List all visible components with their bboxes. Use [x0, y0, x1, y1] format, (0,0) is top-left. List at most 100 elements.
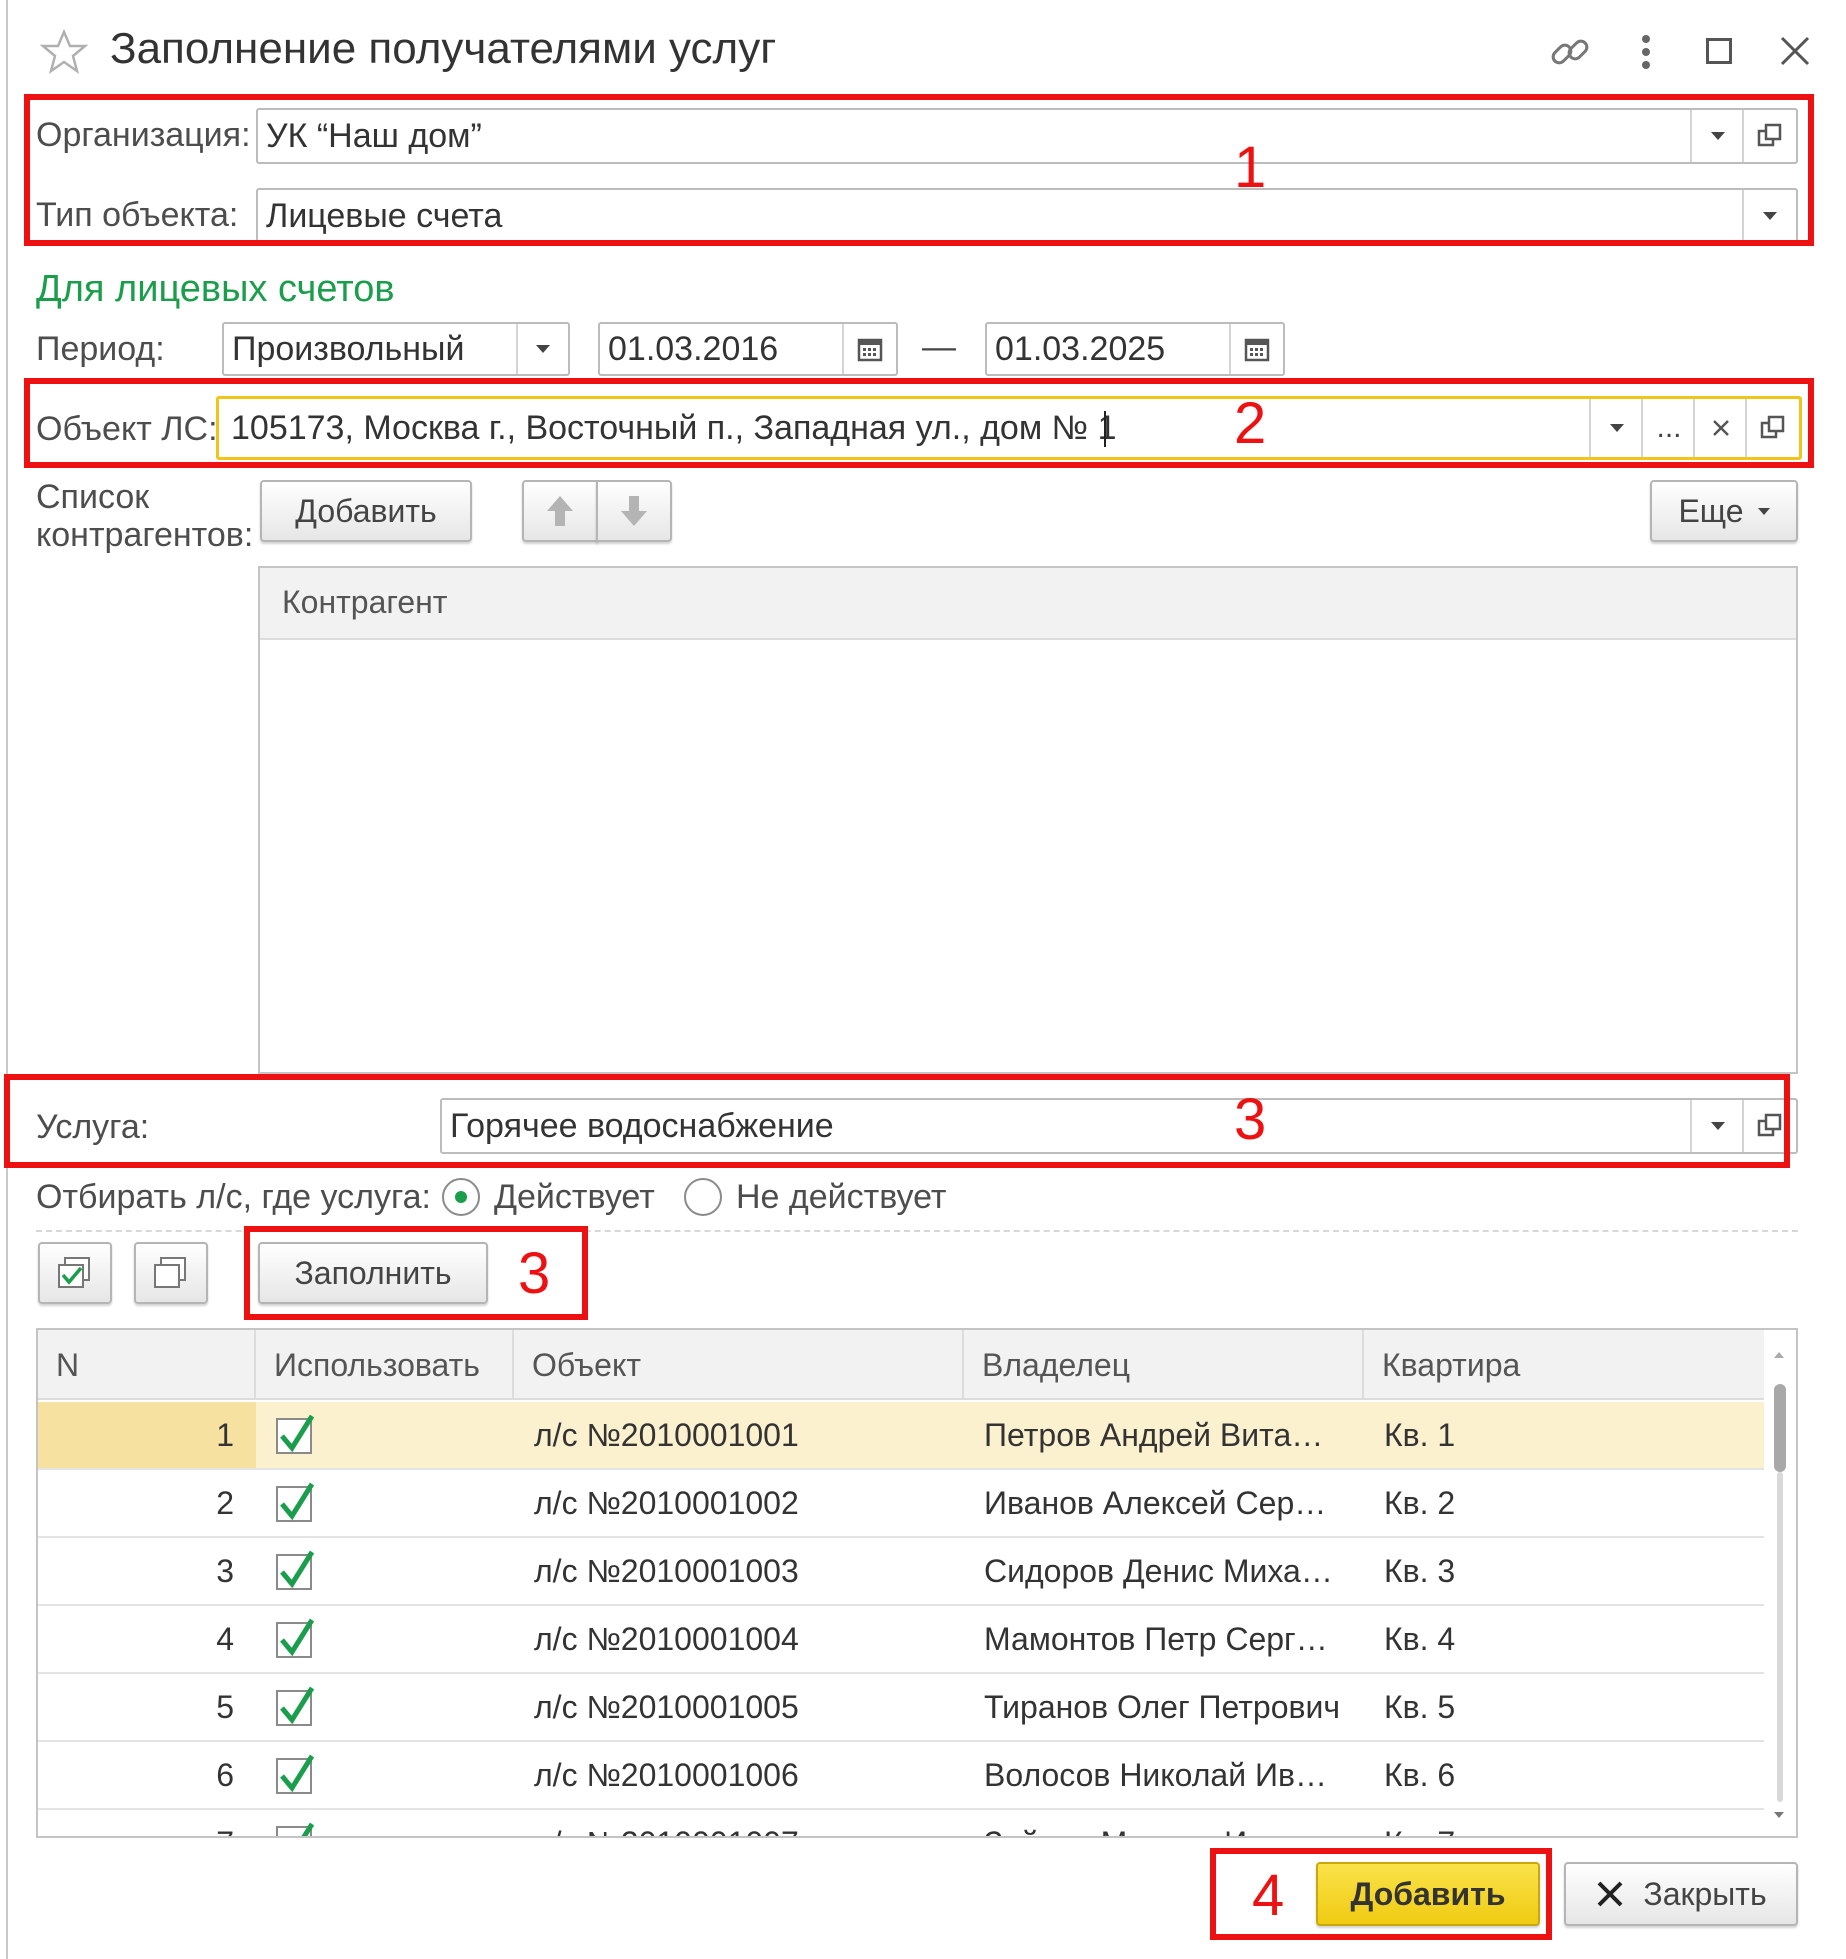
table-row[interactable]: 4 л/с №2010001004 Мамонтов Петр Серг… Кв. 4 [38, 1606, 1764, 1674]
use-checkbox[interactable] [276, 1618, 315, 1658]
more-button[interactable]: Еще [1650, 480, 1798, 542]
checkbox-box [276, 1754, 315, 1794]
window-title: Заполнение получателями услуг [110, 24, 777, 73]
table-row[interactable]: 7 л/с №2010001007 Зайцев Михаил Илла… Кв. 7 [38, 1810, 1764, 1837]
period-from-calendar-button[interactable] [842, 324, 896, 374]
col-header-owner[interactable]: Владелец [964, 1330, 1364, 1400]
checkmark-icon [301, 1822, 315, 1836]
use-checkbox[interactable] [276, 1550, 315, 1590]
cell-owner: Сидоров Денис Миха… [984, 1552, 1333, 1589]
cell-apartment: Кв. 4 [1384, 1620, 1456, 1657]
close-icon[interactable] [1778, 34, 1812, 68]
cell-apartment: Кв. 2 [1384, 1484, 1456, 1521]
cell-apartment: Кв. 5 [1384, 1688, 1456, 1725]
annotation-box-2 [24, 378, 1814, 468]
cell-n: 2 [216, 1484, 234, 1521]
col-header-n[interactable]: N [38, 1330, 256, 1400]
cell-n: 6 [216, 1756, 234, 1793]
contractor-list-header: Контрагент [260, 568, 1796, 640]
filter-label: Отбирать л/с, где услуга: [36, 1178, 432, 1216]
cell-object: л/с №2010001001 [534, 1416, 799, 1453]
annotation-box-3a [4, 1074, 1790, 1168]
maximize-icon[interactable] [1706, 38, 1732, 64]
chevron-down-icon [1757, 507, 1770, 515]
period-from-field[interactable]: 01.03.2016 [598, 322, 898, 376]
period-mode-dropdown[interactable] [516, 324, 568, 374]
move-down-button[interactable] [596, 480, 672, 542]
annotation-number-1: 1 [1234, 135, 1267, 200]
arrow-down-icon [621, 496, 647, 526]
period-dash: — [922, 328, 956, 366]
scroll-up-icon[interactable] [1774, 1352, 1784, 1358]
more-label: Еще [1678, 492, 1744, 529]
move-up-button[interactable] [522, 480, 598, 542]
use-checkbox[interactable] [276, 1822, 315, 1836]
use-checkbox[interactable] [276, 1686, 315, 1726]
use-checkbox[interactable] [276, 1754, 315, 1794]
cell-owner: Иванов Алексей Сер… [984, 1484, 1327, 1521]
contractor-column-header[interactable]: Контрагент [282, 584, 447, 621]
calendar-icon [857, 338, 883, 362]
table-row[interactable]: 5 л/с №2010001005 Тиранов Олег Петрович Кв.… [38, 1674, 1764, 1742]
contractor-list[interactable]: Контрагент [258, 566, 1798, 1074]
use-checkbox[interactable] [276, 1482, 315, 1522]
cell-n: 5 [216, 1688, 234, 1725]
cell-apartment: Кв. 3 [1384, 1552, 1456, 1589]
radio-inactive-label[interactable]: Не действует [736, 1178, 947, 1217]
list-label-line1: Список [36, 478, 150, 516]
cell-n: 4 [216, 1620, 234, 1657]
period-mode-value: Произвольный [232, 329, 465, 368]
checkbox-box [276, 1686, 315, 1726]
period-to-value: 01.03.2025 [995, 329, 1166, 368]
radio-active-label[interactable]: Действует [494, 1178, 655, 1217]
period-from-value: 01.03.2016 [608, 329, 779, 368]
chevron-down-icon [536, 345, 550, 353]
annotation-box-1 [24, 94, 1814, 246]
cell-apartment: Кв. 7 [1384, 1810, 1744, 1837]
period-mode-select[interactable]: Произвольный [222, 322, 570, 376]
uncheck-all-button[interactable] [134, 1242, 208, 1304]
checkmark-icon [280, 1482, 315, 1521]
list-label-line2: контрагентов: [36, 516, 254, 554]
more-vertical-icon[interactable] [1632, 30, 1660, 74]
check-all-button[interactable] [38, 1242, 112, 1304]
link-icon[interactable] [1548, 30, 1592, 74]
footer-close-label: Закрыть [1643, 1875, 1767, 1912]
cell-object: л/с №2010001005 [534, 1688, 799, 1725]
vertical-scrollbar[interactable] [1764, 1330, 1796, 1836]
favorite-star-icon[interactable] [39, 28, 89, 76]
section-title: Для лицевых счетов [36, 268, 395, 310]
scroll-down-icon[interactable] [1774, 1812, 1784, 1818]
checkbox-box [276, 1550, 315, 1590]
radio-dot [455, 1191, 467, 1203]
col-header-object[interactable]: Объект [514, 1330, 964, 1400]
scrollbar-thumb[interactable] [1774, 1384, 1786, 1472]
period-to-field[interactable]: 01.03.2025 [985, 322, 1285, 376]
results-table[interactable]: N Использовать Объект Владелец Квартира … [36, 1328, 1798, 1838]
checkmark-icon [280, 1618, 315, 1657]
checkmark-icon [280, 1754, 315, 1793]
table-row[interactable]: 3 л/с №2010001003 Сидоров Денис Миха… Кв. 3 [38, 1538, 1764, 1606]
cell-n: 3 [216, 1552, 234, 1589]
annotation-number-3a: 3 [1234, 1087, 1267, 1152]
col-header-use[interactable]: Использовать [256, 1330, 514, 1400]
check-all-icon [58, 1257, 90, 1288]
cell-object: л/с №2010001004 [534, 1620, 799, 1657]
table-row[interactable]: 1 л/с №2010001001 Петров Андрей Вита… Кв. 1 [38, 1402, 1764, 1470]
footer-close-button[interactable]: Закрыть [1564, 1862, 1798, 1926]
table-header: N Использовать Объект Владелец Квартира [38, 1330, 1764, 1400]
uncheck-all-icon [154, 1257, 186, 1288]
radio-active[interactable] [442, 1178, 480, 1216]
list-add-button[interactable]: Добавить [260, 480, 472, 542]
checkbox-box [276, 1618, 315, 1658]
annotation-number-3b: 3 [518, 1241, 551, 1306]
arrow-up-icon [547, 496, 573, 526]
col-header-apartment[interactable]: Квартира [1364, 1330, 1764, 1400]
radio-inactive[interactable] [684, 1178, 722, 1216]
table-row[interactable]: 6 л/с №2010001006 Волосов Николай Ив… Кв. 6 [38, 1742, 1764, 1810]
use-checkbox[interactable] [276, 1414, 315, 1454]
table-row[interactable]: 2 л/с №2010001002 Иванов Алексей Сер… Кв. 2 [38, 1470, 1764, 1538]
cell-owner: Петров Андрей Вита… [984, 1416, 1324, 1453]
period-to-calendar-button[interactable] [1229, 324, 1283, 374]
cell-apartment: Кв. 1 [1384, 1416, 1456, 1453]
